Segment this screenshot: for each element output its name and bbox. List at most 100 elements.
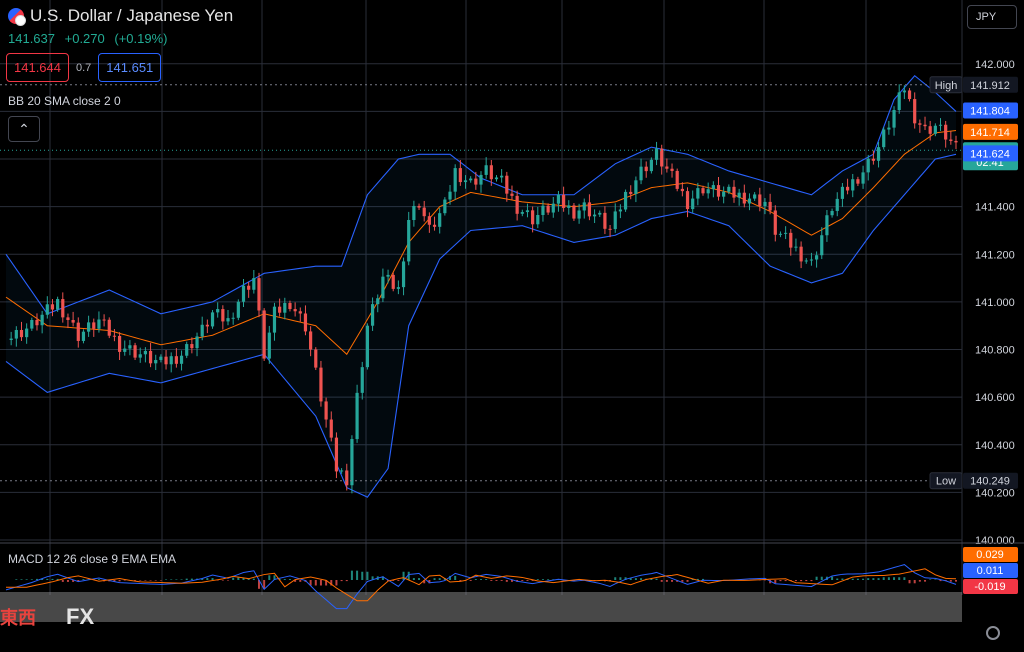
- macd-histogram-bar: [872, 578, 874, 580]
- macd-histogram-bar: [635, 578, 637, 580]
- candle-body: [102, 320, 105, 321]
- candle-body: [139, 354, 142, 357]
- macd-histogram-bar: [656, 579, 658, 580]
- macd-histogram-bar: [232, 578, 234, 580]
- macd-histogram-bar: [139, 580, 141, 581]
- candle-body: [51, 304, 54, 309]
- candle-body: [748, 199, 751, 204]
- candle-body: [774, 210, 777, 234]
- chevron-up-icon: ⌃: [18, 121, 30, 138]
- candle-body: [402, 261, 405, 287]
- macd-legend[interactable]: MACD 12 26 close 9 EMA EMA: [8, 552, 176, 566]
- macd-histogram-bar: [341, 580, 343, 581]
- macd-histogram-bar: [175, 579, 177, 580]
- candle-body: [123, 349, 126, 352]
- candle-body: [634, 180, 637, 194]
- price-change: +0.270: [65, 31, 105, 46]
- bollinger-legend[interactable]: BB 20 SMA close 2 0: [8, 94, 121, 108]
- candle-body: [903, 90, 906, 92]
- candle-body: [273, 307, 276, 333]
- candle-body: [144, 351, 147, 354]
- macd-histogram-bar: [914, 580, 916, 583]
- candle-body: [738, 193, 741, 198]
- sell-button[interactable]: 141.644: [6, 53, 69, 82]
- candle-body: [128, 345, 131, 348]
- scrollbar-overlay: [0, 592, 962, 622]
- candle-body: [288, 303, 291, 309]
- collapse-legend-button[interactable]: ⌃: [8, 116, 40, 142]
- candle-body: [593, 215, 596, 217]
- candle-body: [510, 194, 513, 196]
- macd-histogram-bar: [62, 580, 64, 582]
- candle-body: [877, 147, 880, 161]
- candle-body: [614, 211, 617, 229]
- candle-body: [815, 255, 818, 259]
- candle-body: [898, 92, 901, 110]
- candle-body: [164, 357, 167, 365]
- macd-histogram-bar: [439, 578, 441, 580]
- candle-body: [92, 322, 95, 328]
- y-tick-label: 141.000: [975, 297, 1015, 309]
- gear-icon[interactable]: [986, 626, 1000, 640]
- candle-body: [598, 213, 601, 215]
- macd-histogram-bar: [857, 579, 859, 580]
- price-tag: 141.804: [970, 105, 1010, 117]
- y-tick-label: 140.200: [975, 487, 1015, 499]
- candle-body: [170, 356, 173, 364]
- macd-histogram-bar: [681, 580, 683, 582]
- candle-body: [696, 188, 699, 198]
- macd-histogram-bar: [356, 571, 358, 580]
- candle-body: [588, 202, 591, 216]
- candle-body: [392, 275, 395, 289]
- candle-body: [35, 320, 38, 325]
- candle-body: [361, 367, 364, 393]
- candle-body: [407, 220, 410, 261]
- macd-histogram-bar: [346, 580, 348, 581]
- macd-histogram-bar: [542, 579, 544, 580]
- low-value: 140.249: [970, 476, 1010, 488]
- candle-body: [851, 179, 854, 190]
- candle-body: [412, 206, 415, 220]
- candle-body: [443, 200, 446, 214]
- macd-histogram-bar: [413, 578, 415, 580]
- candle-body: [15, 330, 18, 339]
- candle-body: [954, 141, 957, 142]
- macd-histogram-bar: [852, 579, 854, 580]
- symbol-title[interactable]: U.S. Dollar / Japanese Yen: [30, 6, 233, 26]
- candle-body: [232, 318, 235, 319]
- chart-container[interactable]: 142.000141.800141.600141.400141.200141.0…: [0, 0, 1024, 647]
- macd-histogram-bar: [15, 579, 17, 580]
- macd-histogram-bar: [315, 580, 317, 586]
- macd-histogram-bar: [268, 575, 270, 580]
- macd-histogram-bar: [671, 580, 673, 582]
- price-chart[interactable]: 142.000141.800141.600141.400141.200141.0…: [0, 0, 1024, 647]
- candle-body: [56, 299, 59, 309]
- macd-histogram-bar: [160, 580, 162, 581]
- candle-body: [727, 187, 730, 192]
- currency-selector[interactable]: JPY: [967, 5, 1017, 29]
- candle-body: [681, 189, 684, 191]
- logo-cn-text: 東西: [0, 604, 36, 630]
- macd-histogram-bar: [366, 572, 368, 580]
- candle-body: [438, 213, 441, 227]
- candle-body: [505, 176, 508, 194]
- candle-body: [918, 123, 921, 124]
- candle-body: [278, 307, 281, 313]
- candle-body: [237, 302, 240, 318]
- candle-body: [448, 192, 451, 200]
- macd-histogram-bar: [181, 579, 183, 580]
- candle-body: [30, 320, 33, 329]
- candle-body: [490, 165, 493, 179]
- logo-fx-text: FX: [66, 604, 94, 630]
- macd-histogram-bar: [206, 578, 208, 580]
- candle-body: [934, 126, 937, 134]
- candle-body: [366, 326, 369, 367]
- candle-body: [226, 318, 229, 321]
- buy-button[interactable]: 141.651: [98, 53, 161, 82]
- macd-histogram-bar: [841, 579, 843, 580]
- macd-histogram-bar: [929, 579, 931, 580]
- candle-body: [376, 298, 379, 304]
- candle-body: [371, 304, 374, 326]
- macd-histogram-bar: [351, 571, 353, 580]
- macd-histogram-bar: [909, 580, 911, 583]
